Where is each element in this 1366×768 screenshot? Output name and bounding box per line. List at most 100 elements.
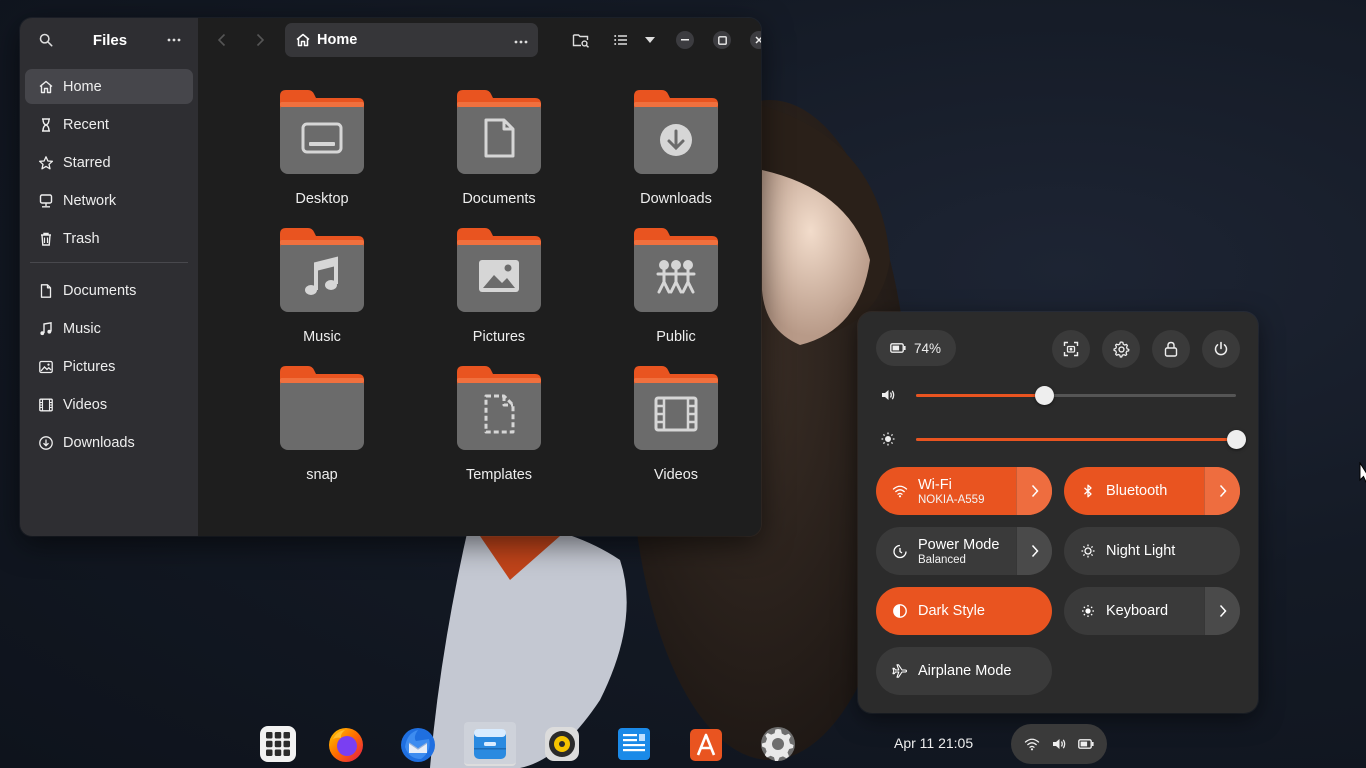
forward-button[interactable]	[248, 28, 272, 52]
battery-icon	[1077, 739, 1094, 749]
volume-slider-knob[interactable]	[1035, 386, 1054, 405]
dock-rhythmbox[interactable]	[536, 722, 588, 766]
close-icon	[755, 36, 761, 44]
folder-icon	[280, 366, 364, 450]
airplane-mode-toggle-text: Airplane Mode	[918, 663, 1052, 679]
path-label: Home	[317, 32, 358, 48]
volume-icon	[882, 390, 895, 400]
main-menu-button[interactable]	[162, 28, 186, 52]
dark-style-icon	[893, 604, 907, 618]
folder-pictures[interactable]: Pictures	[424, 228, 574, 345]
dock-writer[interactable]	[608, 722, 660, 766]
sidebar-item-label: Network	[63, 192, 117, 209]
chevron-left-icon	[217, 33, 226, 47]
back-button[interactable]	[210, 28, 234, 52]
folder-documents[interactable]: Documents	[424, 90, 574, 207]
folder-downloads[interactable]: Downloads	[601, 90, 751, 207]
folder-label: Downloads	[640, 191, 712, 207]
sidebar-bookmark-pictures[interactable]: Pictures	[25, 349, 193, 384]
app-grid-icon	[260, 726, 296, 762]
sidebar-bookmark-videos[interactable]: Videos	[25, 387, 193, 422]
screenshot-button[interactable]	[1052, 330, 1090, 368]
chevron-right-icon	[1219, 604, 1227, 618]
folder-desktop[interactable]: Desktop	[247, 90, 397, 207]
picture-icon	[39, 360, 53, 373]
wifi-icon	[1025, 738, 1040, 751]
power-button[interactable]	[1202, 330, 1240, 368]
folder-music[interactable]: Music	[247, 228, 397, 345]
keyboard-toggle-text: Keyboard	[1106, 603, 1204, 619]
dock-settings[interactable]	[752, 722, 804, 766]
sidebar-item-starred[interactable]: Starred	[25, 145, 193, 180]
volume-icon	[1052, 739, 1066, 749]
dock-app-center[interactable]	[680, 722, 732, 766]
minimize-button[interactable]	[676, 31, 694, 49]
sidebar-item-trash[interactable]: Trash	[25, 221, 193, 256]
folder-label: Videos	[653, 467, 699, 483]
power-mode-menu-button[interactable]	[1016, 527, 1052, 575]
dock-thunderbird[interactable]	[392, 722, 444, 766]
folder-videos[interactable]: Videos	[601, 366, 751, 483]
keyboard-toggle[interactable]: Keyboard	[1064, 587, 1240, 635]
sidebar-item-network[interactable]: Network	[25, 183, 193, 218]
close-button[interactable]	[750, 31, 761, 49]
bluetooth-menu-button[interactable]	[1204, 467, 1240, 515]
keyboard-menu-button[interactable]	[1204, 587, 1240, 635]
system-tray[interactable]	[1011, 724, 1107, 764]
airplane-icon	[892, 664, 908, 678]
search-folder-button[interactable]	[569, 28, 593, 52]
toggle-subtitle: Balanced	[918, 553, 966, 566]
gear-icon	[1112, 340, 1129, 358]
chevron-right-icon	[256, 33, 265, 47]
firefox-icon	[329, 728, 363, 762]
more-icon	[514, 40, 528, 44]
power-mode-icon	[893, 544, 907, 559]
view-list-button[interactable]	[609, 28, 633, 52]
home-icon	[296, 33, 310, 47]
sidebar-item-recent[interactable]: Recent	[25, 107, 193, 142]
folder-templates[interactable]: Templates	[424, 366, 574, 483]
view-options-button[interactable]	[638, 28, 662, 52]
folder-public[interactable]: Public	[601, 228, 751, 345]
brightness-slider-knob[interactable]	[1227, 430, 1246, 449]
app-center-icon	[690, 729, 722, 761]
battery-indicator[interactable]: 74%	[876, 330, 956, 366]
sidebar-item-label: Home	[63, 78, 102, 95]
document-icon	[457, 90, 541, 174]
dock-files[interactable]	[464, 722, 516, 766]
folder-snap[interactable]: snap	[247, 366, 397, 483]
power-mode-toggle[interactable]: Power Mode Balanced	[876, 527, 1052, 575]
search-button[interactable]	[34, 28, 58, 52]
template-icon	[457, 366, 541, 450]
sidebar-bookmark-downloads[interactable]: Downloads	[25, 425, 193, 460]
dock-app-grid[interactable]	[252, 722, 304, 766]
night-light-icon	[1081, 544, 1095, 558]
document-icon	[40, 283, 52, 298]
night-light-toggle[interactable]: Night Light	[1064, 527, 1240, 575]
caret-down-icon	[645, 37, 655, 43]
dark-style-toggle[interactable]: Dark Style	[876, 587, 1052, 635]
bluetooth-toggle[interactable]: Bluetooth	[1064, 467, 1240, 515]
clock[interactable]: Apr 11 21:05	[894, 735, 973, 751]
maximize-button[interactable]	[713, 31, 731, 49]
lock-button[interactable]	[1152, 330, 1190, 368]
sidebar-item-label: Pictures	[63, 358, 116, 375]
brightness-slider[interactable]	[916, 430, 1246, 449]
list-icon	[614, 35, 627, 45]
wifi-toggle[interactable]: Wi-Fi NOKIA-A559	[876, 467, 1052, 515]
dock-firefox[interactable]	[320, 722, 372, 766]
desktop-icon	[280, 90, 364, 174]
airplane-mode-toggle[interactable]: Airplane Mode	[876, 647, 1052, 695]
folder-label: Desktop	[295, 191, 349, 207]
sidebar-bookmark-music[interactable]: Music	[25, 311, 193, 346]
sidebar-bookmark-documents[interactable]: Documents	[25, 273, 193, 308]
volume-slider[interactable]	[916, 386, 1236, 405]
wifi-menu-button[interactable]	[1016, 467, 1052, 515]
mouse-pointer-icon	[1359, 462, 1366, 483]
settings-button[interactable]	[1102, 330, 1140, 368]
toggle-title: Dark Style	[918, 603, 985, 619]
sidebar-item-home[interactable]: Home	[25, 69, 193, 104]
path-bar[interactable]: Home	[285, 23, 538, 57]
path-menu-button[interactable]	[514, 31, 528, 49]
files-sidebar: Files Home Recent Starred Network Trash …	[20, 18, 198, 536]
